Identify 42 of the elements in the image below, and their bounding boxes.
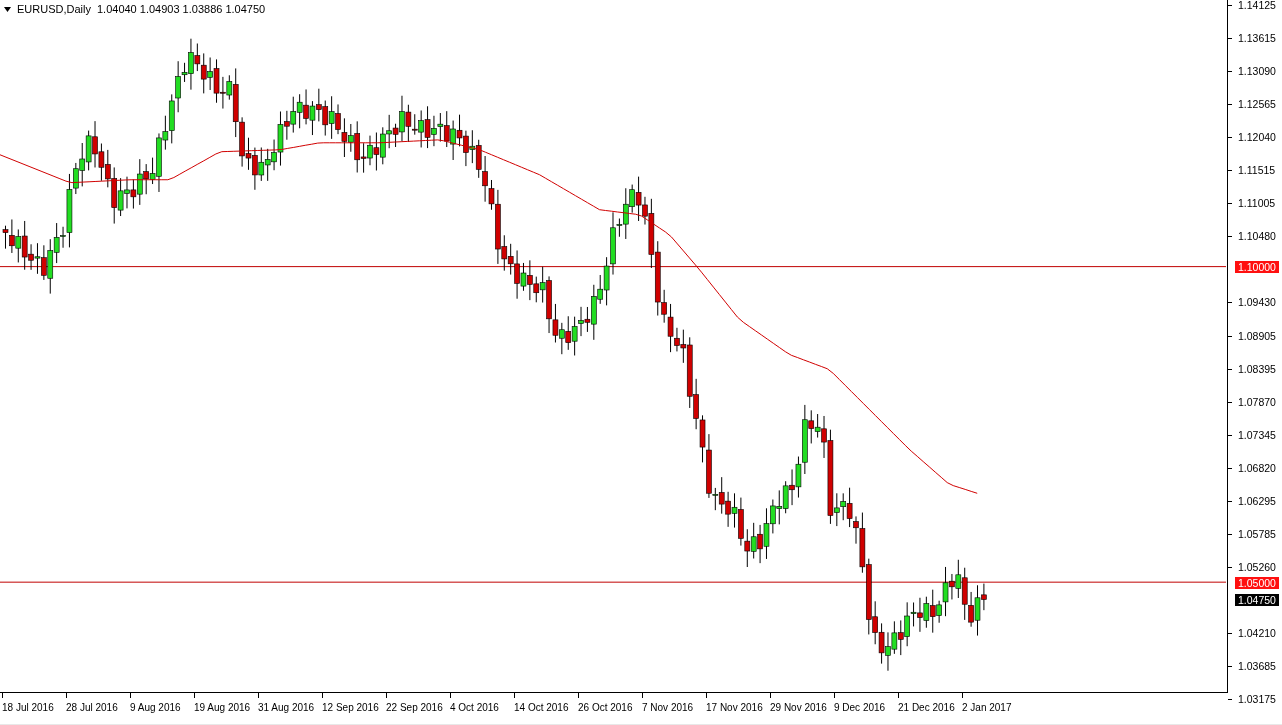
price-label: 1.07870 [1238, 395, 1276, 408]
price-label: 1.14125 [1238, 0, 1276, 11]
level-price-label: 1.10000 [1235, 261, 1279, 273]
date-label: 14 Oct 2016 [514, 702, 569, 714]
price-label: 1.08905 [1238, 329, 1276, 342]
price-label: 1.12565 [1238, 98, 1276, 111]
current-price-label: 1.04750 [1235, 594, 1279, 606]
date-label: 22 Sep 2016 [386, 702, 443, 714]
price-label: 1.13615 [1238, 32, 1276, 45]
date-label: 9 Dec 2016 [834, 702, 886, 714]
date-label: 17 Nov 2016 [706, 702, 763, 714]
price-label: 1.06820 [1238, 461, 1276, 474]
price-label: 1.06295 [1238, 494, 1276, 507]
date-label: 18 Jul 2016 [2, 702, 54, 714]
price-label: 1.09430 [1238, 296, 1276, 309]
ohlc-values: 1.04040 1.04903 1.03886 1.04750 [96, 3, 266, 15]
price-label: 1.11005 [1238, 197, 1276, 210]
price-label: 1.08395 [1238, 362, 1276, 375]
price-label: 1.10480 [1238, 230, 1276, 243]
date-label: 12 Sep 2016 [322, 702, 379, 714]
price-label: 1.05785 [1238, 527, 1276, 540]
price-label: 1.05260 [1238, 560, 1276, 573]
price-label: 1.07345 [1238, 428, 1276, 441]
level-price-label: 1.05000 [1235, 577, 1279, 589]
price-label: 1.03175 [1238, 693, 1276, 706]
dropdown-triangle-icon[interactable] [4, 6, 11, 12]
date-label: 29 Nov 2016 [770, 702, 827, 714]
price-label: 1.13090 [1238, 65, 1276, 78]
date-label: 19 Aug 2016 [194, 702, 251, 714]
date-label: 4 Oct 2016 [450, 702, 499, 714]
chart-symbol: EURUSD,Daily [17, 3, 91, 15]
date-label: 21 Dec 2016 [898, 702, 955, 714]
date-label: 7 Nov 2016 [642, 702, 694, 714]
price-label: 1.11515 [1238, 164, 1276, 177]
price-label: 1.12040 [1238, 131, 1276, 144]
date-label: 28 Jul 2016 [66, 702, 118, 714]
date-label: 31 Aug 2016 [258, 702, 315, 714]
price-label: 1.03685 [1238, 660, 1276, 672]
date-label: 9 Aug 2016 [130, 702, 181, 714]
date-label: 2 Jan 2017 [962, 702, 1012, 714]
price-label: 1.04210 [1238, 626, 1276, 639]
date-label: 26 Oct 2016 [578, 702, 633, 714]
